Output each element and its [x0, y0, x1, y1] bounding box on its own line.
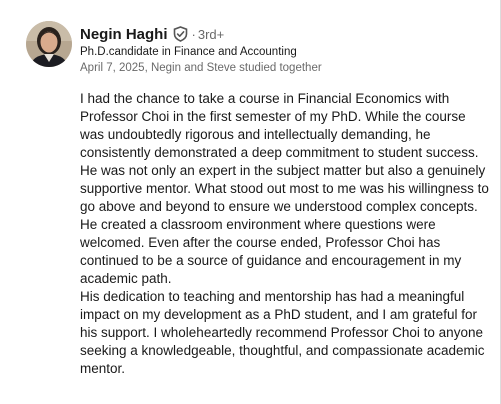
- recommendation-paragraph: I had the chance to take a course in Fin…: [80, 91, 489, 286]
- connection-degree: 3rd+: [197, 26, 225, 42]
- verified-shield-icon: [173, 26, 188, 42]
- recommendation-body: I had the chance to take a course in Fin…: [80, 90, 490, 378]
- recommendation-paragraph: His dedication to teaching and mentorshi…: [80, 289, 485, 376]
- profile-photo: [26, 21, 72, 67]
- author-name[interactable]: Negin Haghi: [80, 26, 168, 43]
- author-headline: Ph.D.candidate in Finance and Accounting: [80, 46, 297, 58]
- recommendation-card: Negin Haghi · 3rd+ Ph.D.candidate in Fin…: [0, 0, 501, 404]
- avatar[interactable]: [26, 21, 72, 67]
- author-row: Negin Haghi · 3rd+: [80, 24, 480, 44]
- separator-dot: ·: [191, 26, 196, 42]
- recommendation-header: Negin Haghi · 3rd+ Ph.D.candidate in Fin…: [80, 24, 480, 75]
- recommendation-meta: April 7, 2025, Negin and Steve studied t…: [80, 62, 322, 74]
